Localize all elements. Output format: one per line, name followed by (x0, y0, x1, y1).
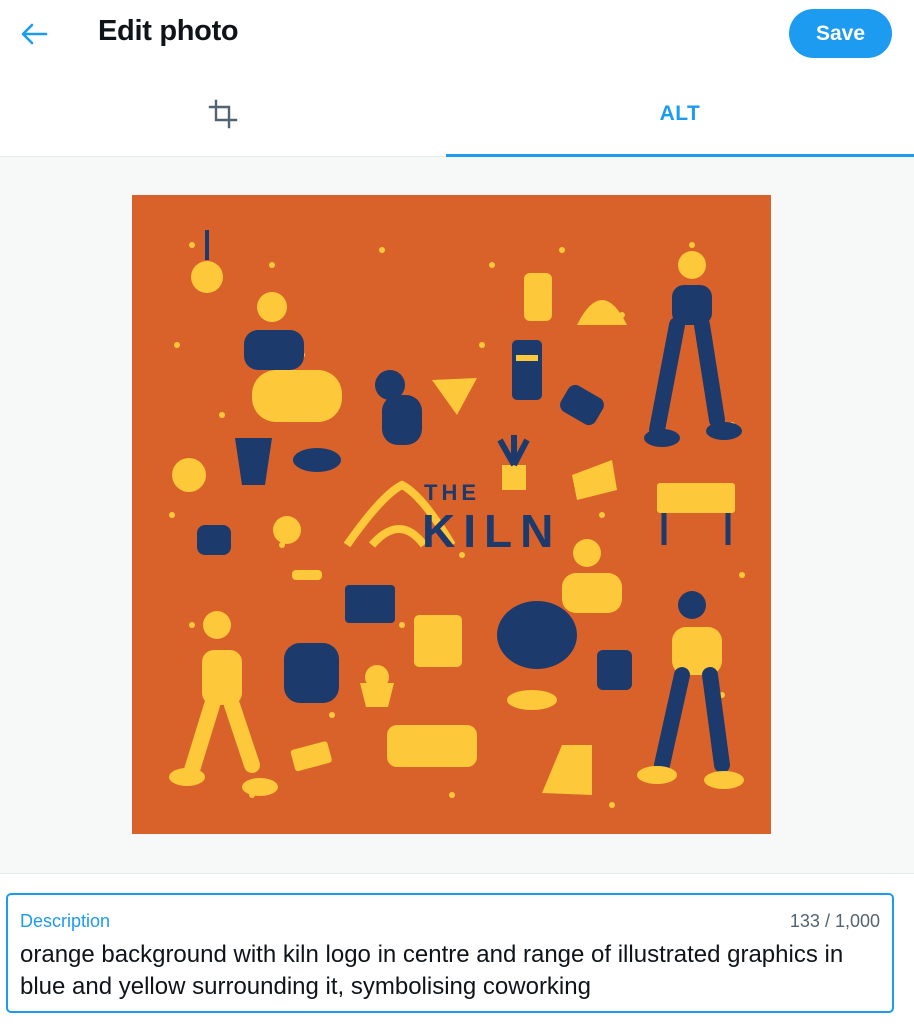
tab-crop[interactable] (0, 72, 446, 156)
photo-preview: THE KILN (132, 195, 771, 834)
tab-alt[interactable]: ALT (446, 72, 914, 157)
tab-alt-label: ALT (659, 102, 701, 125)
description-input[interactable]: orange background with kiln logo in cent… (20, 939, 860, 1003)
description-label: Description (20, 911, 111, 931)
edit-tabs: ALT (0, 72, 914, 157)
back-button[interactable] (18, 20, 50, 48)
page-title: Edit photo (98, 15, 239, 47)
header-bar: Edit photo Save (0, 0, 914, 70)
crop-icon (208, 99, 238, 129)
character-count: 133 / 1,000 (789, 911, 880, 931)
description-field[interactable]: Description 133 / 1,000 orange backgroun… (6, 893, 894, 1013)
logo-kiln: KILN (422, 505, 561, 557)
image-preview-area: THE KILN (0, 157, 914, 874)
save-button[interactable]: Save (789, 9, 892, 58)
logo-the: THE (424, 480, 480, 505)
arrow-left-icon (21, 23, 48, 45)
